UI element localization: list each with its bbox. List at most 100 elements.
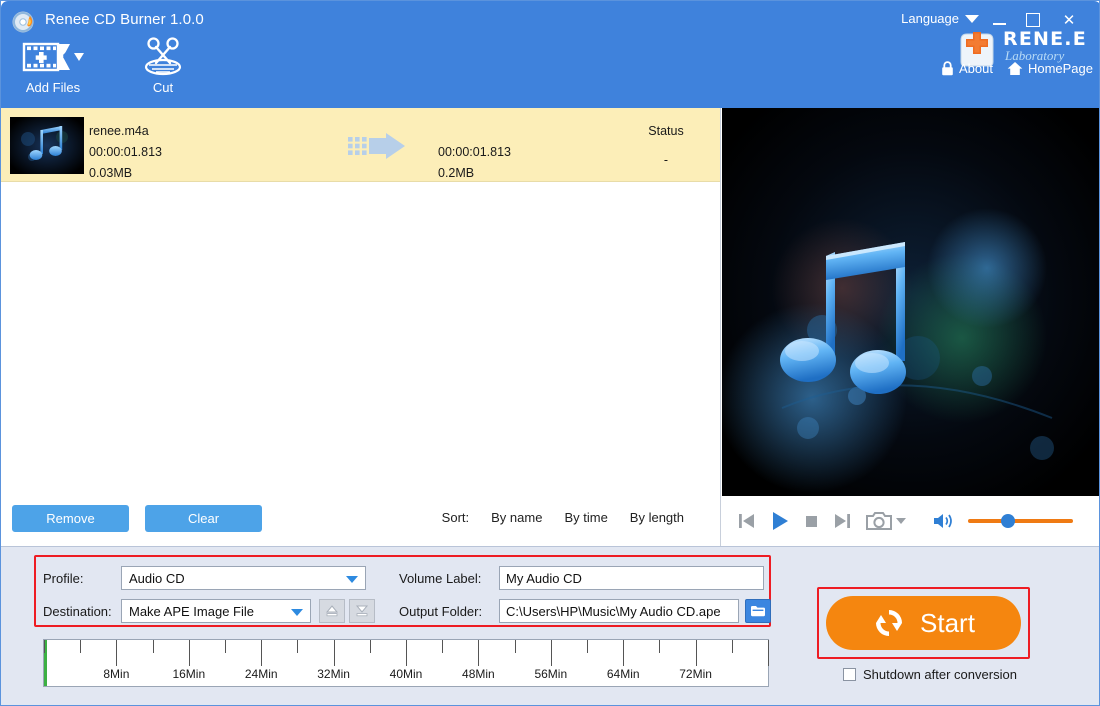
file-output-info: 00:00:01.813 0.2MB xyxy=(438,121,511,184)
status-header: Status xyxy=(648,124,684,138)
scissors-icon xyxy=(115,37,211,77)
sort-by-time[interactable]: By time xyxy=(564,510,607,525)
ruler-tick-label: 72Min xyxy=(679,667,712,681)
preview-panel[interactable] xyxy=(722,108,1099,496)
ruler-tick-label: 24Min xyxy=(244,667,278,681)
maximize-icon xyxy=(1026,13,1040,27)
output-folder-input[interactable] xyxy=(499,599,739,623)
chevron-down-icon xyxy=(291,609,303,616)
shutdown-after-conversion-checkbox[interactable]: Shutdown after conversion xyxy=(843,667,1017,682)
ruler-tick xyxy=(514,640,516,653)
player-controls xyxy=(722,496,1099,546)
profile-value: Audio CD xyxy=(129,570,185,586)
sort-by-length[interactable]: By length xyxy=(630,510,684,525)
ruler-tick-label: 16Min xyxy=(172,667,206,681)
ruler-tick xyxy=(550,640,552,666)
ruler-tick xyxy=(731,640,733,653)
cut-label: Cut xyxy=(152,80,174,95)
ruler-tick xyxy=(478,640,480,666)
eject-button[interactable] xyxy=(319,599,345,623)
volume-slider[interactable] xyxy=(968,514,1073,528)
ruler-tick xyxy=(44,640,45,653)
file-source-info: renee.m4a 00:00:01.813 0.03MB xyxy=(89,121,162,184)
remove-button[interactable]: Remove xyxy=(12,505,129,532)
clear-button[interactable]: Clear xyxy=(145,505,262,532)
chevron-down-icon xyxy=(965,14,979,23)
ruler-tick-label: 48Min xyxy=(462,667,495,681)
load-icon xyxy=(355,605,369,617)
camera-icon[interactable] xyxy=(866,511,906,531)
output-folder-label: Output Folder: xyxy=(399,603,483,619)
add-files-icon xyxy=(5,37,101,77)
sort-by-name[interactable]: By name xyxy=(491,510,542,525)
start-label: Start xyxy=(920,607,975,638)
output-duration: 00:00:01.813 xyxy=(438,145,511,159)
ruler-tick xyxy=(297,640,299,653)
table-row[interactable]: renee.m4a 00:00:01.813 0.03MB 00:00:01.8… xyxy=(1,108,720,182)
checkbox-icon[interactable] xyxy=(843,668,856,681)
volume-label-label: Volume Label: xyxy=(399,570,482,586)
volume-icon[interactable] xyxy=(933,512,955,530)
file-name: renee.m4a xyxy=(89,124,149,138)
music-note-artwork xyxy=(722,108,1099,496)
ruler-tick-label: 32Min xyxy=(317,667,350,681)
browse-folder-button[interactable] xyxy=(745,599,771,623)
ruler-tick-label: 40Min xyxy=(389,667,423,681)
cut-button[interactable]: Cut xyxy=(115,37,211,103)
title-bar: Renee CD Burner 1.0.0 Language ✕ Add Fil… xyxy=(1,1,1099,108)
cd-flame-icon xyxy=(11,9,37,35)
ruler-tick xyxy=(152,640,154,653)
ruler-tick-label: 8Min xyxy=(103,667,130,681)
skip-previous-icon[interactable] xyxy=(736,511,756,531)
output-size: 0.2MB xyxy=(438,166,475,180)
about-link[interactable]: About xyxy=(941,61,993,76)
ruler-tick xyxy=(442,640,444,653)
profile-select[interactable]: Audio CD xyxy=(121,566,366,590)
ruler-tick xyxy=(406,640,407,666)
ruler-tick xyxy=(587,640,588,653)
file-duration: 00:00:01.813 xyxy=(89,145,162,159)
ruler-tick xyxy=(768,640,769,666)
sort-label: Sort: xyxy=(441,510,470,525)
capacity-ruler[interactable]: 8Min 16Min 24Min 32Min 40Min 48Min 56Min 64Min 7… xyxy=(43,639,769,687)
load-button[interactable] xyxy=(349,599,375,623)
volume-label-input[interactable] xyxy=(499,566,764,590)
shutdown-label: Shutdown after conversion xyxy=(863,667,1017,682)
homepage-link[interactable]: HomePage xyxy=(1007,61,1093,76)
destination-value: Make APE Image File xyxy=(129,603,254,619)
volume-slider-handle[interactable] xyxy=(1000,514,1015,528)
homepage-label: HomePage xyxy=(1027,61,1093,76)
chevron-down-icon xyxy=(896,518,906,524)
add-files-button[interactable]: Add Files xyxy=(5,37,101,103)
window-title: Renee CD Burner 1.0.0 xyxy=(45,11,204,28)
brand-links: About HomePage xyxy=(941,61,1093,76)
destination-select[interactable]: Make APE Image File xyxy=(121,599,311,623)
skip-next-icon[interactable] xyxy=(833,511,853,531)
status-badge: - xyxy=(663,153,669,167)
brand-name: RENE.E xyxy=(1003,28,1087,50)
ruler-tick xyxy=(695,640,697,666)
settings-panel: Profile: Audio CD Volume Label: Destinat… xyxy=(1,546,1099,705)
add-files-label: Add Files xyxy=(25,80,81,95)
play-icon[interactable] xyxy=(769,510,791,532)
convert-arrow-icon xyxy=(348,133,405,164)
ruler-tick xyxy=(333,640,335,666)
stop-icon[interactable] xyxy=(804,513,820,529)
folder-icon xyxy=(751,606,765,617)
about-label: About xyxy=(958,61,993,76)
output-folder-row: Output Folder: xyxy=(399,599,771,623)
status-column: Status - xyxy=(601,121,731,171)
ruler-tick xyxy=(80,640,82,653)
destination-label: Destination: xyxy=(43,603,112,619)
file-list[interactable]: renee.m4a 00:00:01.813 0.03MB 00:00:01.8… xyxy=(1,108,721,496)
chevron-down-icon xyxy=(346,576,358,583)
lock-icon xyxy=(942,61,953,76)
language-selector[interactable]: Language xyxy=(901,11,979,26)
ruler-tick-label: 64Min xyxy=(606,667,640,681)
start-button[interactable]: Start xyxy=(826,596,1021,650)
refresh-icon xyxy=(872,606,906,640)
profile-row: Profile: Audio CD xyxy=(43,566,366,590)
volume-label-row: Volume Label: xyxy=(399,566,764,590)
sort-controls: Sort: By name By time By length xyxy=(442,510,684,525)
ruler-tick xyxy=(623,640,625,666)
